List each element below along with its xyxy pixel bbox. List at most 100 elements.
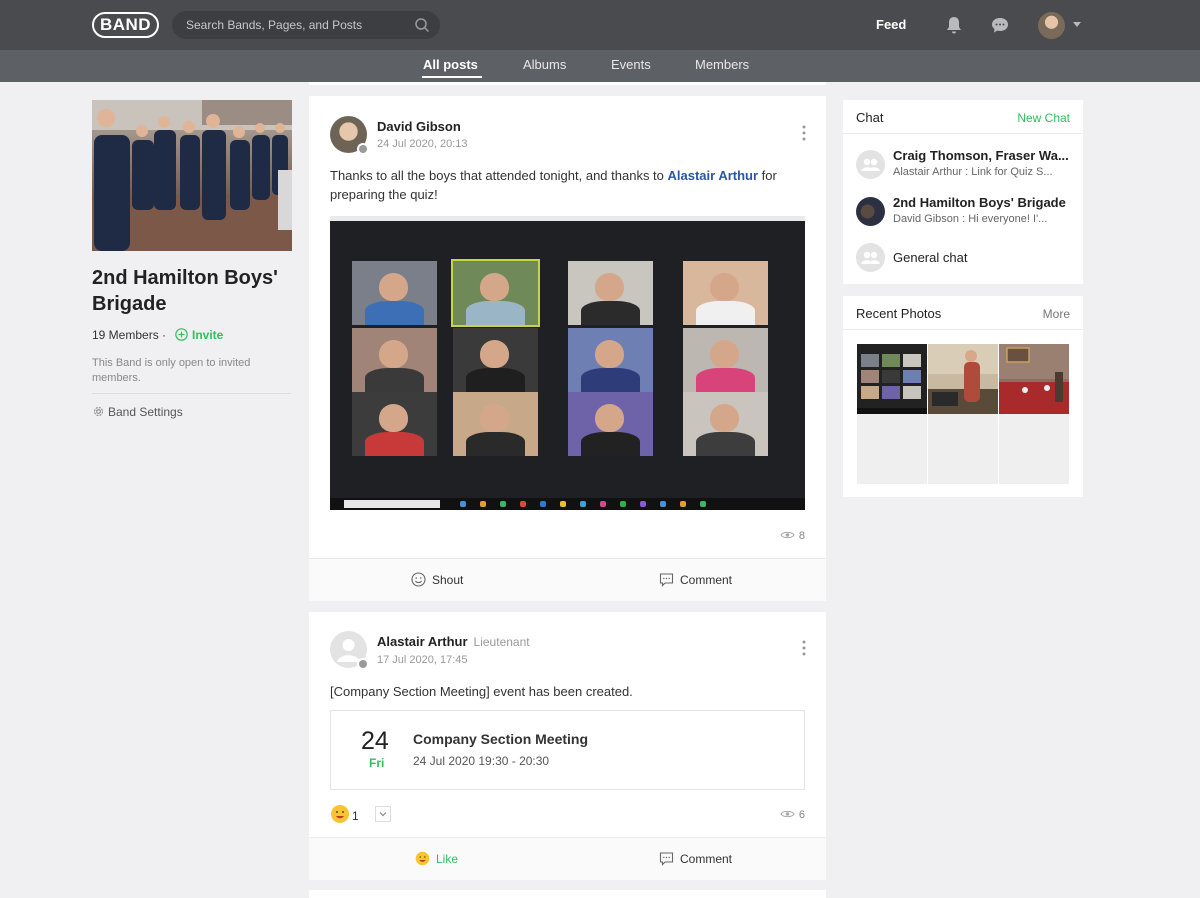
chat-bubble-icon[interactable] bbox=[990, 15, 1010, 35]
shout-button[interactable]: Shout bbox=[411, 572, 463, 587]
post-card: Alastair Arthur Lieutenant 17 Jul 2020, 1… bbox=[309, 612, 826, 880]
view-count: 8 bbox=[780, 530, 805, 542]
band-chat-avatar bbox=[856, 197, 885, 226]
comment-icon bbox=[659, 852, 674, 866]
tile-face bbox=[480, 403, 510, 432]
photo-kitchen bbox=[928, 344, 998, 414]
members-count[interactable]: 19 Members · bbox=[92, 328, 166, 342]
taskbar-app bbox=[700, 501, 706, 507]
event-card[interactable]: 24 Fri Company Section Meeting 24 Jul 20… bbox=[330, 710, 805, 790]
mention-link[interactable]: Alastair Arthur bbox=[668, 168, 759, 183]
smile-icon bbox=[411, 572, 426, 587]
taskbar-app bbox=[460, 501, 466, 507]
search-box[interactable] bbox=[172, 11, 440, 39]
call-tile bbox=[453, 328, 538, 392]
previous-post-edge bbox=[309, 82, 826, 85]
user-avatar[interactable] bbox=[1038, 12, 1065, 39]
taskbar-search bbox=[344, 500, 440, 508]
recent-photos-header: Recent Photos More bbox=[843, 296, 1083, 330]
post-author[interactable]: Alastair Arthur Lieutenant bbox=[377, 634, 530, 649]
more-options-icon[interactable] bbox=[802, 640, 806, 656]
call-tile bbox=[352, 328, 437, 392]
band-settings-label: Band Settings bbox=[108, 405, 183, 419]
tab-members[interactable]: Members bbox=[695, 57, 749, 72]
more-options-icon[interactable] bbox=[802, 125, 806, 141]
tile-body bbox=[695, 367, 756, 392]
event-weekday: Fri bbox=[369, 756, 385, 770]
reaction-dropdown-button[interactable] bbox=[375, 806, 391, 822]
search-icon[interactable] bbox=[414, 17, 430, 33]
taskbar-app bbox=[480, 501, 486, 507]
band-description: This Band is only open to invited member… bbox=[92, 357, 251, 384]
tab-events[interactable]: Events bbox=[611, 57, 651, 72]
comment-button[interactable]: Comment bbox=[659, 572, 732, 587]
post-text-start: Thanks to all the boys that attended ton… bbox=[330, 168, 668, 183]
image-titlebar bbox=[330, 216, 805, 221]
chat-item[interactable]: Craig Thomson, Fraser Wa... Alastair Art… bbox=[843, 148, 1083, 188]
event-title: Company Section Meeting bbox=[413, 731, 589, 747]
comment-button[interactable]: Comment bbox=[659, 851, 732, 866]
chat-item[interactable]: 2nd Hamilton Boys' Brigade David Gibson … bbox=[843, 195, 1083, 235]
eye-icon bbox=[780, 531, 795, 539]
band-logo[interactable]: BAND bbox=[92, 12, 159, 38]
chat-preview: Alastair Arthur : Link for Quiz S... bbox=[893, 166, 1053, 178]
comment-label: Comment bbox=[680, 573, 733, 587]
photo-thumbnail[interactable] bbox=[999, 344, 1069, 414]
search-input[interactable] bbox=[186, 11, 411, 39]
chat-name: 2nd Hamilton Boys' Brigade bbox=[893, 195, 1066, 210]
feed-link[interactable]: Feed bbox=[876, 17, 906, 32]
tile-body bbox=[465, 300, 526, 325]
photo-thumbnail[interactable] bbox=[928, 344, 998, 414]
event-time: 24 Jul 2020 19:30 - 20:30 bbox=[413, 754, 550, 768]
photo-thumbnail[interactable] bbox=[857, 344, 927, 414]
tile-face bbox=[379, 272, 409, 301]
tile-face bbox=[480, 272, 510, 301]
chevron-down-icon[interactable] bbox=[1073, 22, 1081, 28]
band-settings-link[interactable]: Band Settings bbox=[92, 405, 183, 419]
cover-photo-illustration bbox=[92, 100, 292, 251]
post-date: 17 Jul 2020, 17:45 bbox=[377, 654, 468, 666]
chat-name: Craig Thomson, Fraser Wa... bbox=[893, 148, 1069, 163]
photo-placeholder bbox=[857, 414, 927, 484]
band-cover-photo[interactable] bbox=[92, 100, 292, 251]
taskbar-app bbox=[640, 501, 646, 507]
tile-body bbox=[580, 300, 641, 325]
post-image-video-call[interactable] bbox=[330, 216, 805, 510]
taskbar-app bbox=[560, 501, 566, 507]
new-chat-button[interactable]: New Chat bbox=[1017, 111, 1070, 125]
group-avatar bbox=[856, 150, 885, 179]
call-tile bbox=[568, 261, 653, 325]
group-icon bbox=[861, 251, 880, 264]
like-label: Like bbox=[436, 852, 459, 866]
photo-placeholder bbox=[928, 414, 998, 484]
taskbar-app bbox=[540, 501, 546, 507]
reaction-emoji-icon[interactable] bbox=[331, 805, 349, 823]
post-author[interactable]: David Gibson bbox=[377, 119, 461, 134]
chat-title: Chat bbox=[856, 110, 884, 125]
like-button[interactable]: Like bbox=[415, 851, 458, 866]
gear-icon bbox=[93, 406, 104, 417]
post-body: Thanks to all the boys that attended ton… bbox=[330, 166, 805, 204]
next-post-edge bbox=[309, 890, 826, 898]
band-name[interactable]: 2nd Hamilton Boys' Brigade bbox=[92, 265, 297, 317]
chat-item[interactable]: General chat bbox=[843, 241, 1083, 281]
tile-face bbox=[595, 339, 625, 368]
taskbar-app bbox=[520, 501, 526, 507]
tab-albums[interactable]: Albums bbox=[523, 57, 566, 72]
taskbar-app bbox=[680, 501, 686, 507]
event-day: 24 bbox=[361, 727, 389, 755]
bell-icon[interactable] bbox=[944, 15, 964, 35]
more-photos-link[interactable]: More bbox=[1043, 307, 1070, 321]
tile-face bbox=[480, 339, 510, 368]
photo-dining-table bbox=[999, 344, 1069, 414]
sidebar-divider bbox=[92, 393, 291, 394]
like-emoji-icon bbox=[415, 851, 430, 866]
tile-face bbox=[595, 403, 625, 432]
tile-face bbox=[710, 339, 740, 368]
call-tile bbox=[451, 259, 540, 327]
tile-body bbox=[465, 367, 526, 392]
invite-label: Invite bbox=[192, 328, 224, 342]
top-bar: BAND Feed bbox=[0, 0, 1200, 50]
tab-all-posts[interactable]: All posts bbox=[423, 57, 478, 72]
invite-button[interactable]: Invite bbox=[175, 328, 223, 342]
